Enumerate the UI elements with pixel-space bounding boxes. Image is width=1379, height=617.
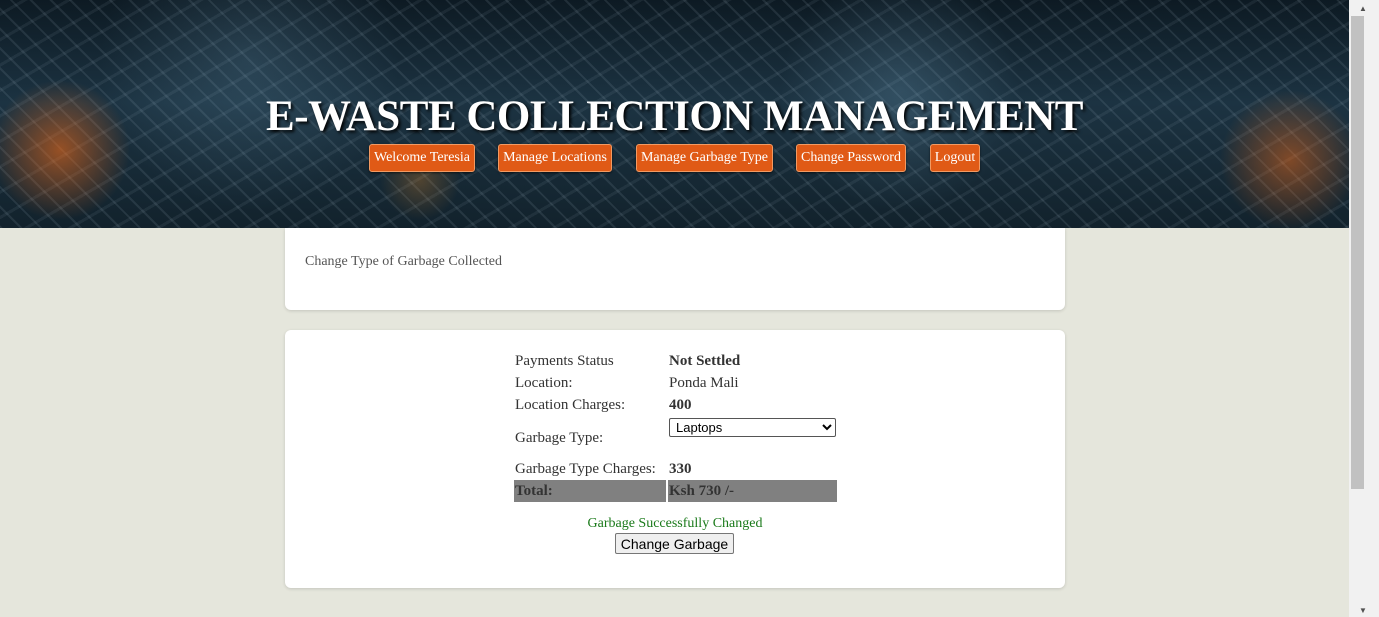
header-banner: E-WASTE COLLECTION MANAGEMENT Welcome Te… [0,0,1349,228]
total-value: Ksh 730 /- [668,480,837,502]
garbage-form-card: Payments Status Not Settled Location: Po… [285,330,1065,588]
location-charges-value: 400 [669,396,692,413]
site-title: E-WASTE COLLECTION MANAGEMENT [266,93,1083,140]
garbage-type-charges-label: Garbage Type Charges: [515,460,656,477]
scrollbar-thumb[interactable] [1351,16,1364,489]
main-nav: Welcome Teresia Manage Locations Manage … [0,144,1349,174]
change-garbage-button[interactable]: Change Garbage [615,533,734,554]
nav-change-password[interactable]: Change Password [796,144,906,172]
success-message: Garbage Successfully Changed [587,516,763,531]
total-row: Total: Ksh 730 /- [514,480,837,502]
details-table: Payments Status Not Settled Location: Po… [512,350,839,502]
location-value: Ponda Mali [669,374,739,391]
garbage-type-charges-value: 330 [669,460,692,477]
table-row: Location Charges: 400 [514,394,837,416]
payment-status-value: Not Settled [669,352,741,369]
payment-status-label: Payments Status [515,352,614,369]
garbage-type-select[interactable]: Laptops [669,418,836,437]
page-subtitle: Change Type of Garbage Collected [305,254,503,269]
location-label: Location: [515,374,573,391]
nav-manage-garbage-type[interactable]: Manage Garbage Type [636,144,773,172]
scroll-up-arrow-icon[interactable]: ▲ [1359,4,1367,13]
table-row: Location: Ponda Mali [514,372,837,394]
nav-manage-locations[interactable]: Manage Locations [498,144,612,172]
table-row: Garbage Type Charges: 330 [514,451,837,480]
intro-card: Change Type of Garbage Collected [285,228,1065,310]
scroll-down-arrow-icon[interactable]: ▼ [1359,606,1367,615]
total-label: Total: [514,480,666,502]
nav-logout[interactable]: Logout [930,144,980,172]
garbage-type-label: Garbage Type: [515,430,604,446]
table-row: Payments Status Not Settled [514,350,837,372]
table-row: Garbage Type: Laptops [514,416,837,451]
location-charges-label: Location Charges: [515,396,626,413]
nav-welcome[interactable]: Welcome Teresia [369,144,475,172]
